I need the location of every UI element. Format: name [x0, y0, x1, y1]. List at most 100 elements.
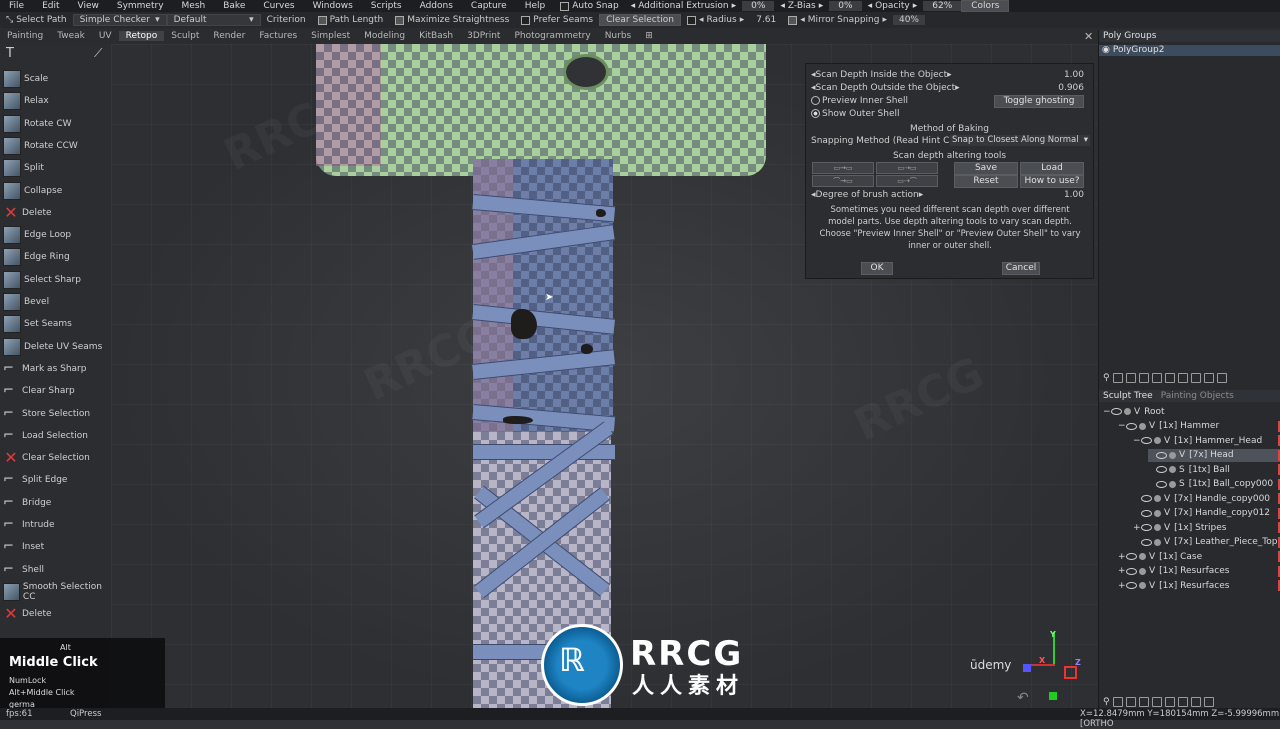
expand-icon[interactable]: +: [1118, 566, 1126, 576]
menu-edit[interactable]: Edit: [33, 1, 68, 11]
show-outer-option[interactable]: Show Outer Shell: [811, 108, 1088, 119]
eye-icon[interactable]: [1141, 538, 1152, 546]
auto-snap-checkbox[interactable]: [560, 1, 570, 11]
z-bias-slider[interactable]: ◂ Z-Bias ▸: [774, 1, 829, 11]
tool-smooth-selection-cc[interactable]: Smooth Selection CC: [0, 581, 111, 603]
eye-icon[interactable]: [1111, 408, 1122, 415]
depth-tool-3-icon[interactable]: ⌒→▭: [812, 175, 874, 187]
tab-render[interactable]: Render: [206, 31, 252, 41]
how-to-use-button[interactable]: How to use?: [1020, 175, 1084, 188]
eye-icon[interactable]: [1141, 437, 1152, 444]
tool-set-seams[interactable]: Set Seams: [0, 313, 111, 335]
tool-rotate-ccw[interactable]: Rotate CCW: [0, 135, 111, 157]
mirror-snapping-value[interactable]: 40%: [892, 15, 925, 25]
tool-edge-loop[interactable]: Edge Loop: [0, 224, 111, 246]
tool-relax[interactable]: Relax: [0, 90, 111, 112]
tab-tweak[interactable]: Tweak: [50, 31, 92, 41]
opacity-value[interactable]: 62%: [923, 1, 962, 11]
collapse-icon[interactable]: −: [1118, 421, 1126, 431]
depth-tool-2-icon[interactable]: ▭⇢▭: [876, 162, 938, 174]
menu-capture[interactable]: Capture: [462, 1, 516, 11]
tool-delete[interactable]: ✕ Delete: [0, 202, 111, 224]
poly-group-item[interactable]: ◉ PolyGroup2: [1099, 45, 1280, 56]
expand-icon[interactable]: +: [1118, 581, 1126, 591]
settings-icon[interactable]: [1190, 373, 1201, 383]
tree-node[interactable]: S [1tx] Ball: [1148, 463, 1280, 476]
list-icon[interactable]: [1190, 697, 1201, 707]
tree-node[interactable]: V [7x] Handle_copy012: [1133, 507, 1280, 520]
load-button[interactable]: Load: [1020, 162, 1084, 175]
maximize-straightness-checkbox[interactable]: [395, 15, 405, 25]
eye-icon[interactable]: [1126, 422, 1137, 430]
list-icon[interactable]: [1203, 373, 1214, 383]
tab-3dprint[interactable]: 3DPrint: [460, 31, 507, 41]
tool-delete[interactable]: ✕ Delete: [0, 603, 111, 625]
z-axis-cube-icon[interactable]: [1023, 664, 1031, 672]
scan-outside-slider[interactable]: ◂ Scan Depth Outside the Object ▸ 0.906: [811, 82, 1088, 93]
menu-view[interactable]: View: [69, 1, 108, 11]
expand-icon[interactable]: +: [1133, 523, 1141, 533]
ghost-icon[interactable]: [1154, 524, 1161, 531]
preview-inner-radio[interactable]: [811, 96, 820, 105]
ghost-icon[interactable]: [1154, 437, 1161, 444]
eye-icon[interactable]: [1126, 582, 1137, 589]
text-tool-icon[interactable]: T: [6, 46, 14, 61]
tab-uv[interactable]: UV: [92, 31, 119, 41]
y-axis-cube-icon[interactable]: [1049, 692, 1057, 700]
ghost-icon[interactable]: [1169, 466, 1176, 473]
ghost-icon[interactable]: [1139, 553, 1146, 560]
snapping-method-dropdown[interactable]: Snap to Closest Along Normal ▾: [950, 135, 1090, 146]
prefer-seams-toggle[interactable]: Prefer Seams: [515, 15, 599, 25]
radius-checkbox[interactable]: [686, 15, 696, 25]
tab-modeling[interactable]: Modeling: [357, 31, 412, 41]
eye-icon[interactable]: [1126, 567, 1137, 575]
search-icon[interactable]: ⚲: [1103, 697, 1110, 707]
tab-photogrammetry[interactable]: Photogrammetry: [507, 31, 597, 41]
mirror-snapping-slider[interactable]: ◂ Mirror Snapping ▸: [782, 15, 893, 25]
tab-retopo[interactable]: Retopo: [118, 31, 165, 41]
extrusion-value[interactable]: 0%: [742, 1, 775, 11]
undo-view-icon[interactable]: ↶: [1017, 690, 1029, 706]
tool-bevel[interactable]: Bevel: [0, 291, 111, 313]
prefer-seams-checkbox[interactable]: [521, 15, 531, 25]
menu-file[interactable]: File: [0, 1, 33, 11]
tree-node[interactable]: S [1tx] Ball_copy000: [1148, 478, 1280, 491]
toggle-ghosting-button[interactable]: Toggle ghosting: [994, 95, 1084, 108]
tab-kitbash[interactable]: KitBash: [412, 31, 460, 41]
tree-node[interactable]: V [7x] Handle_copy000: [1133, 492, 1280, 505]
scan-inside-value[interactable]: 1.00: [1064, 70, 1084, 80]
ghost-icon[interactable]: [1154, 538, 1161, 546]
select-icon[interactable]: [1164, 373, 1175, 383]
subdivide-icon[interactable]: [1164, 697, 1175, 707]
mode-dropdown[interactable]: Simple Checker ▾: [72, 14, 167, 26]
folder-icon[interactable]: [1125, 697, 1136, 707]
tree-node[interactable]: V [7x] Head: [1148, 448, 1280, 462]
ghost-icon[interactable]: [1139, 567, 1146, 575]
tool-collapse[interactable]: Collapse: [0, 180, 111, 202]
tab-factures[interactable]: Factures: [252, 31, 304, 41]
settings-icon[interactable]: [1177, 697, 1188, 707]
ghost-icon[interactable]: [1139, 422, 1146, 430]
eye-icon[interactable]: [1156, 466, 1167, 473]
reset-button[interactable]: Reset: [954, 175, 1018, 188]
path-length-checkbox[interactable]: [317, 15, 327, 25]
z-bias-value[interactable]: 0%: [829, 1, 862, 11]
tab-sculpt[interactable]: Sculpt: [164, 31, 206, 41]
opacity-slider[interactable]: ◂ Opacity ▸: [862, 1, 924, 11]
save-button[interactable]: Save: [954, 162, 1018, 175]
menu-help[interactable]: Help: [516, 1, 555, 11]
tab-sculpt-tree[interactable]: Sculpt Tree: [1099, 391, 1157, 401]
tree-node[interactable]: − V Root: [1103, 405, 1280, 418]
eye-icon[interactable]: [1141, 524, 1152, 531]
radius-slider[interactable]: ◂ Radius ▸: [681, 15, 750, 25]
merge-icon[interactable]: [1151, 697, 1162, 707]
ghost-icon[interactable]: [1124, 408, 1131, 415]
add-tab-icon[interactable]: ⊞: [638, 31, 660, 41]
default-dropdown[interactable]: Default ▾: [166, 14, 261, 26]
tab-simplest[interactable]: Simplest: [304, 31, 357, 41]
ghost-icon[interactable]: [1139, 582, 1146, 589]
tab-poly-groups[interactable]: Poly Groups: [1099, 31, 1160, 41]
brush-tool-icon[interactable]: ⟋: [94, 46, 102, 61]
trash-icon[interactable]: [1203, 697, 1214, 707]
degree-brush-slider[interactable]: ◂ Degree of brush action ▸ 1.00: [811, 189, 1088, 200]
